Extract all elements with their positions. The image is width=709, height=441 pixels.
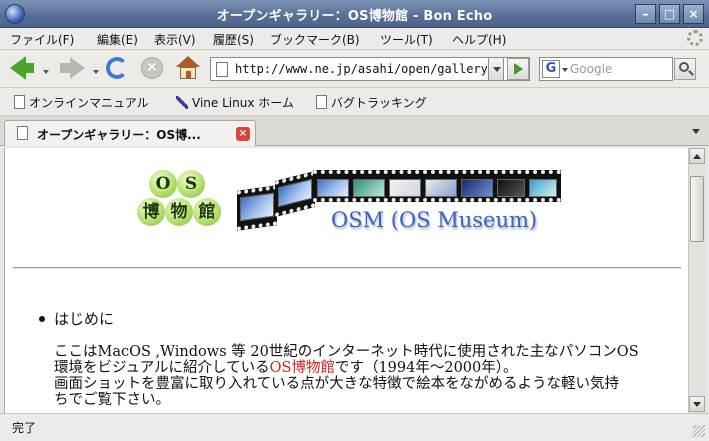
tab-list-dropdown[interactable] xyxy=(686,121,706,141)
logo-letter-o: O xyxy=(149,170,177,198)
screenshot-thumbnail xyxy=(278,178,312,208)
home-button[interactable] xyxy=(176,56,200,80)
page-icon xyxy=(316,95,327,109)
page-icon xyxy=(17,126,28,140)
bookmark-online-manual[interactable]: オンラインマニュアル xyxy=(14,94,149,111)
minimize-button[interactable]: – xyxy=(635,4,656,24)
page-icon xyxy=(216,62,228,77)
maximize-button[interactable]: □ xyxy=(659,4,680,24)
bullet-icon xyxy=(39,316,45,322)
vine-leaf-icon xyxy=(176,96,188,109)
intro-heading: はじめに xyxy=(54,310,115,328)
screenshot-thumbnail xyxy=(317,179,349,197)
stop-button[interactable]: × xyxy=(141,57,163,79)
activity-throbber-icon xyxy=(687,30,703,46)
back-history-dropdown[interactable] xyxy=(43,70,49,74)
logo-char-haku: 博 xyxy=(137,198,165,226)
screenshot-thumbnail xyxy=(497,179,525,197)
resize-grip-icon[interactable] xyxy=(693,425,705,437)
logo-char-butsu: 物 xyxy=(165,198,193,226)
intro-line-1: ここはMacOS ,Windows 等 20世紀のインターネット時代に使用された… xyxy=(54,344,639,360)
url-bar[interactable]: http://www.ne.jp/asahi/open/gallery/ xyxy=(210,57,530,81)
intro-line-2: 環境をビジュアルに紹介しているOS博物館です（1994年〜2000年）。 xyxy=(54,360,518,376)
status-bar: 完了 xyxy=(0,413,709,441)
tab-bar: オープンギャラリー：OS博... × xyxy=(0,116,709,146)
home-icon xyxy=(176,56,200,67)
vertical-scrollbar[interactable] xyxy=(688,148,705,413)
screenshot-thumbnail xyxy=(461,179,493,197)
scroll-thumb[interactable] xyxy=(690,176,704,242)
navigation-toolbar: × http://www.ne.jp/asahi/open/gallery/ G… xyxy=(0,50,709,88)
search-box[interactable]: G Google xyxy=(539,57,673,81)
menu-bar: ファイル(F) 編集(E) 表示(V) 履歴(S) ブックマーク(B) ツール(… xyxy=(0,28,709,50)
logo-char-kan: 館 xyxy=(193,198,221,226)
screenshot-thumbnail xyxy=(240,192,274,222)
menu-view[interactable]: 表示(V) xyxy=(154,31,196,48)
reload-button[interactable] xyxy=(106,57,128,79)
menu-help[interactable]: ヘルプ(H) xyxy=(452,31,506,48)
bookmark-bug-tracking[interactable]: バグトラッキング xyxy=(316,94,427,111)
horizontal-rule xyxy=(13,267,681,269)
os-museum-logo[interactable]: O S 博 物 館 xyxy=(137,170,227,232)
window-title: オープンギャラリー：OS博物館 - Bon Echo xyxy=(216,9,493,24)
go-button[interactable] xyxy=(507,58,529,80)
page-content[interactable]: O S 博 物 館 OSM (OS Museum) はじめに ここはMacOS … xyxy=(4,148,688,413)
search-engine-icon[interactable]: G xyxy=(542,60,560,78)
search-button[interactable] xyxy=(674,58,696,80)
close-window-button[interactable]: × xyxy=(683,4,704,24)
menu-file[interactable]: ファイル(F) xyxy=(10,31,74,48)
scroll-down-button[interactable] xyxy=(689,396,705,412)
title-bar[interactable]: オープンギャラリー：OS博物館 - Bon Echo – □ × xyxy=(0,0,709,28)
bookmark-vine-linux-home[interactable]: Vine Linux ホーム xyxy=(176,94,294,111)
menu-tools[interactable]: ツール(T) xyxy=(380,31,433,48)
os-museum-link[interactable]: OS博物館 xyxy=(270,360,335,376)
menu-history[interactable]: 履歴(S) xyxy=(213,31,254,48)
tab-label: オープンギャラリー：OS博... xyxy=(37,128,201,142)
forward-arrow-icon xyxy=(70,57,85,79)
screenshot-thumbnail xyxy=(425,179,457,197)
screenshot-thumbnail xyxy=(353,179,385,197)
screenshot-thumbnail xyxy=(389,179,421,197)
osm-title: OSM (OS Museum) xyxy=(331,208,538,232)
menu-edit[interactable]: 編集(E) xyxy=(97,31,138,48)
scroll-up-button[interactable] xyxy=(689,148,705,164)
url-history-dropdown[interactable] xyxy=(488,57,504,81)
intro-line-3: 画面ショットを豊富に取り入れている点が大きな特徴で絵本をながめるような軽い気持 xyxy=(54,376,620,392)
tab-active[interactable]: オープンギャラリー：OS博... × xyxy=(4,120,256,146)
status-text: 完了 xyxy=(12,421,37,435)
forward-history-dropdown[interactable] xyxy=(93,70,99,74)
search-engine-dropdown[interactable] xyxy=(562,68,568,72)
close-tab-icon[interactable]: × xyxy=(236,127,250,141)
url-input[interactable]: http://www.ne.jp/asahi/open/gallery/ xyxy=(235,62,495,76)
bookmarks-toolbar: オンラインマニュアル Vine Linux ホーム バグトラッキング xyxy=(0,88,709,116)
logo-letter-s: S xyxy=(177,170,205,198)
page-icon xyxy=(14,95,25,109)
intro-line-4: ちでご覧下さい。 xyxy=(54,392,170,408)
screenshot-thumbnail xyxy=(529,179,557,197)
intro-paragraph: ここはMacOS ,Windows 等 20世紀のインターネット時代に使用された… xyxy=(54,344,686,408)
menu-bookmarks[interactable]: ブックマーク(B) xyxy=(270,31,360,48)
search-input[interactable]: Google xyxy=(570,62,612,76)
